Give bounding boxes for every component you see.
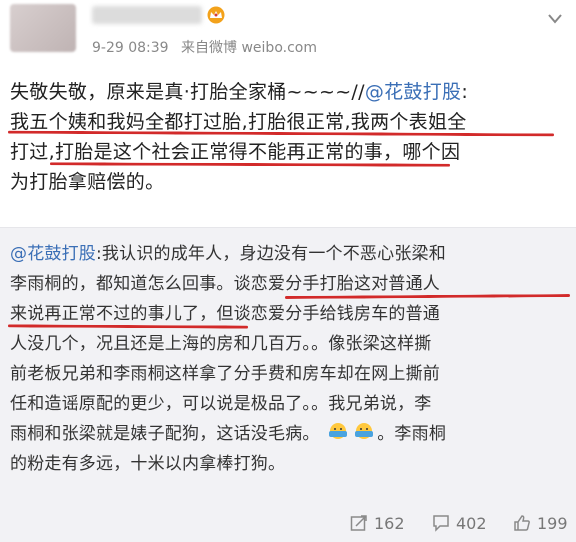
like-icon [514,515,530,531]
like-button[interactable]: 199 [513,511,568,535]
post-content: 失敬失敬，原来是真·打胎全家桶~~~~//@花鼓打股: 我五个姨和我妈全都打过胎… [7,77,570,197]
quote-text: 雨桐和张梁就是婊子配狗，这话没毛病。 [10,424,320,444]
quote-line: @花鼓打股:我认识的成年人，身边没有一个不恶心张梁和 [10,239,570,269]
retweeted-post[interactable]: @花鼓打股:我认识的成年人，身边没有一个不恶心张梁和 李雨桐的，都知道怎么回事。… [0,227,576,509]
retweeted-content: @花鼓打股:我认识的成年人，身边没有一个不恶心张梁和 李雨桐的，都知道怎么回事。… [7,239,571,479]
quote-text: 任和造谣原配的更少，可以说是极品了。。我兄弟说，李 [10,394,432,414]
post-timestamp[interactable]: 9-29 08:39 [92,40,169,56]
quote-line: 的粉走有多远，十米以内拿棒打狗。 [10,449,570,479]
quote-line: 人没几个，况且还是上海的房和几百万。。像张梁这样撕 [10,329,570,359]
mention-suffix: : [461,81,469,103]
username-blurred[interactable] [92,6,202,24]
highlight-underline [7,130,555,137]
like-count: 199 [537,513,568,533]
quote-line: 任和造谣原配的更少，可以说是极品了。。我兄弟说，李 [10,389,570,419]
content-line: 失敬失敬，原来是真·打胎全家桶~~~~//@花鼓打股: [10,77,570,107]
repost-count: 162 [374,513,405,533]
quote-text: 李雨桐的，都知道怎么回事。谈恋爱分手打胎这对普通人 [10,274,440,294]
quote-mention-link[interactable]: @花鼓打股 [10,244,96,264]
content-text: 我五个姨和我妈全都打过胎,打胎很正常,我两个表姐全 [10,111,467,133]
post-source[interactable]: 来自微博 weibo.com [181,40,317,56]
quote-line: 前老板兄弟和李雨桐这样拿了分手费和房车却在网上撕前 [10,359,570,389]
quote-text: 的粉走有多远，十米以内拿棒打狗。 [10,454,286,474]
quote-text: 人没几个，况且还是上海的房和几百万。。像张梁这样撕 [10,334,432,354]
quote-text: 前老板兄弟和李雨桐这样拿了分手费和房车却在网上撕前 [10,364,440,384]
content-line: 为打胎拿赔偿的。 [10,167,570,197]
quote-line: 来说再正常不过的事儿了，但谈恋爱分手给钱房车的普通 [7,299,570,329]
comment-icon [433,515,449,532]
quote-text: 。李雨桐 [377,424,447,444]
comment-button[interactable]: 402 [432,511,487,535]
content-text: 为打胎拿赔偿的。 [10,171,165,193]
mention-link[interactable]: @花鼓打股 [365,81,462,103]
highlight-underline [7,324,249,329]
quote-text: 来说再正常不过的事儿了，但谈恋爱分手给钱房车的普通 [10,304,440,324]
content-line: 打过,打胎是这个社会正常得不能再正常的事，哪个因 [10,137,570,167]
avatar[interactable] [10,4,76,52]
content-text: 失敬失敬，原来是真·打胎全家桶~~~~// [10,81,365,103]
action-bar: 162 402 199 [0,508,576,542]
quote-line: 李雨桐的，都知道怎么回事。谈恋爱分手打胎这对普通人 [10,269,571,299]
chevron-down-icon[interactable] [548,14,562,24]
content-line: 我五个姨和我妈全都打过胎,打胎很正常,我两个表姐全 [7,107,570,137]
facepalm-emoji-icon [355,423,374,439]
content-text: 打过,打胎是这个社会正常得不能再正常的事，哪个因 [10,141,461,163]
repost-button[interactable]: 162 [350,511,405,535]
facepalm-emoji-icon [329,423,348,439]
quote-text: :我认识的成年人，身边没有一个不恶心张梁和 [96,244,446,264]
quote-line: 雨桐和张梁就是婊子配狗，这话没毛病。 。李雨桐 [10,419,570,449]
comment-count: 402 [456,513,487,533]
repost-icon [350,515,367,531]
post-meta: 9-29 08:39 来自微博 weibo.com [92,37,317,57]
vip-crown-icon [207,6,225,24]
post-header: 9-29 08:39 来自微博 weibo.com [0,0,576,66]
